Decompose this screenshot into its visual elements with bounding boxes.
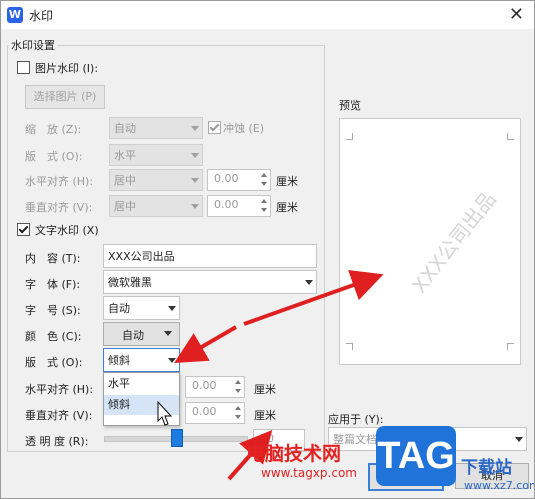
annotation-arrows xyxy=(174,269,384,481)
site-watermark-url: www.tagxp.com xyxy=(261,466,357,480)
arrow-to-layout xyxy=(174,325,238,364)
site-watermark-title: 电脑技术网 xyxy=(246,443,342,465)
tag-logo-url: www.xz7.com xyxy=(464,479,535,492)
watermark-dialog: W 水印 ✕ 水印设置 图片水印 (I): 选择图片 (P) 缩 放 (Z): … xyxy=(0,0,535,499)
arrow-to-preview xyxy=(243,269,384,326)
tag-logo-caption: 下载站 xyxy=(461,458,512,478)
tag-logo: TAG xyxy=(376,426,456,486)
